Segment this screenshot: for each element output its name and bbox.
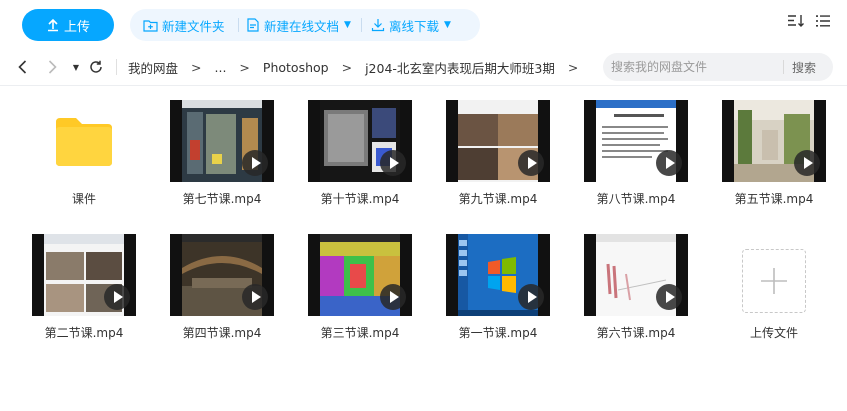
file-name: 第三节课.mp4	[320, 326, 400, 340]
play-icon	[242, 150, 268, 176]
offline-download-button[interactable]: 离线下载 ▼	[371, 9, 451, 41]
file-item-video[interactable]: 第二节课.mp4	[15, 230, 153, 364]
caret-down-icon: ▼	[72, 62, 80, 72]
search-divider	[783, 60, 784, 74]
new-folder-label: 新建文件夹	[162, 18, 225, 34]
file-name: 第八节课.mp4	[596, 192, 676, 206]
breadcrumb-item-current[interactable]: j204-北玄室内表现后期大师班3期	[365, 58, 555, 77]
file-name: 第四节课.mp4	[182, 326, 262, 340]
history-dropdown[interactable]: ▼	[70, 48, 82, 86]
file-item-video[interactable]: 第八节课.mp4	[567, 96, 705, 230]
file-name: 第七节课.mp4	[182, 192, 262, 206]
refresh-button[interactable]	[88, 48, 104, 86]
file-item-video[interactable]: 第五节课.mp4	[705, 96, 843, 230]
video-thumbnail	[170, 100, 274, 182]
video-thumbnail	[446, 100, 550, 182]
video-thumbnail	[722, 100, 826, 182]
chevron-down-icon: ▼	[444, 20, 451, 30]
breadcrumb-separator: >	[567, 59, 579, 75]
folder-icon	[56, 118, 112, 166]
play-icon	[242, 284, 268, 310]
file-name: 第二节课.mp4	[44, 326, 124, 340]
file-item-video[interactable]: 第一节课.mp4	[429, 230, 567, 364]
breadcrumb-separator: >	[239, 59, 250, 75]
toolbar-divider	[238, 18, 239, 32]
refresh-icon	[90, 60, 102, 73]
new-online-doc-label: 新建在线文档	[264, 18, 340, 34]
file-name: 第一节课.mp4	[458, 326, 538, 340]
video-thumbnail	[308, 234, 412, 316]
address-bar: ▼ 我的网盘 > ... > Photoshop > j204-北玄室内表现后期…	[0, 48, 847, 86]
upload-file-box[interactable]	[742, 249, 806, 313]
forward-button[interactable]	[44, 48, 60, 86]
video-thumbnail	[584, 100, 688, 182]
play-icon	[380, 284, 406, 310]
upload-button-label: 上传	[63, 19, 90, 35]
play-icon	[794, 150, 820, 176]
video-thumbnail	[584, 234, 688, 316]
file-name: 第十节课.mp4	[320, 192, 400, 206]
file-name: 第九节课.mp4	[458, 192, 538, 206]
upload-button[interactable]: 上传	[22, 9, 114, 41]
breadcrumb: 我的网盘 > ... > Photoshop > j204-北玄室内表现后期大师…	[128, 48, 591, 86]
breadcrumb-item-ellipsis[interactable]: ...	[215, 60, 227, 75]
search-button[interactable]: 搜索	[792, 59, 816, 76]
sort-icon[interactable]	[787, 13, 805, 29]
play-icon	[518, 150, 544, 176]
breadcrumb-separator: >	[341, 59, 353, 75]
file-grid: 课件 第七节课.mp4 第十节课.mp4 第九节课.mp4 第八节课.mp4 第…	[15, 96, 845, 364]
new-online-doc-button[interactable]: 新建在线文档 ▼	[247, 9, 351, 41]
plus-icon	[761, 268, 787, 294]
file-item-folder[interactable]: 课件	[15, 96, 153, 230]
new-doc-icon	[247, 18, 259, 32]
play-icon	[104, 284, 130, 310]
file-item-video[interactable]: 第七节课.mp4	[153, 96, 291, 230]
file-item-video[interactable]: 第六节课.mp4	[567, 230, 705, 364]
upload-icon	[47, 18, 58, 32]
play-icon	[380, 150, 406, 176]
upload-file-label: 上传文件	[749, 326, 798, 340]
breadcrumb-item-photoshop[interactable]: Photoshop	[263, 60, 329, 75]
breadcrumb-item-root[interactable]: 我的网盘	[128, 58, 178, 77]
new-folder-button[interactable]: 新建文件夹	[143, 9, 225, 41]
back-button[interactable]	[14, 48, 30, 86]
video-thumbnail	[170, 234, 274, 316]
divider	[116, 59, 117, 75]
file-item-video[interactable]: 第四节课.mp4	[153, 230, 291, 364]
play-icon	[656, 150, 682, 176]
offline-download-label: 离线下载	[389, 18, 440, 34]
file-item-video[interactable]: 第十节课.mp4	[291, 96, 429, 230]
chevron-left-icon	[17, 60, 26, 74]
chevron-down-icon: ▼	[344, 20, 351, 30]
video-thumbnail	[446, 234, 550, 316]
play-icon	[656, 284, 682, 310]
list-view-icon[interactable]	[815, 13, 831, 29]
download-icon	[371, 19, 385, 32]
file-name: 第六节课.mp4	[596, 326, 676, 340]
upload-file-tile[interactable]: 上传文件	[705, 230, 843, 364]
video-thumbnail	[32, 234, 136, 316]
chevron-right-icon	[48, 60, 57, 74]
toolbar-divider	[361, 18, 362, 32]
file-item-video[interactable]: 第三节课.mp4	[291, 230, 429, 364]
video-thumbnail	[308, 100, 412, 182]
toolbar-actions: 新建文件夹 新建在线文档 ▼ 离线下载 ▼	[130, 9, 480, 41]
play-icon	[518, 284, 544, 310]
breadcrumb-separator: >	[191, 59, 202, 75]
file-name: 课件	[71, 192, 96, 206]
search-box: 搜索	[603, 53, 833, 81]
file-name: 第五节课.mp4	[734, 192, 814, 206]
search-input[interactable]	[611, 58, 781, 76]
file-item-video[interactable]: 第九节课.mp4	[429, 96, 567, 230]
new-folder-icon	[143, 19, 158, 32]
toolbar: 上传 新建文件夹 新建在线文档 ▼ 离线下载 ▼	[0, 0, 847, 48]
